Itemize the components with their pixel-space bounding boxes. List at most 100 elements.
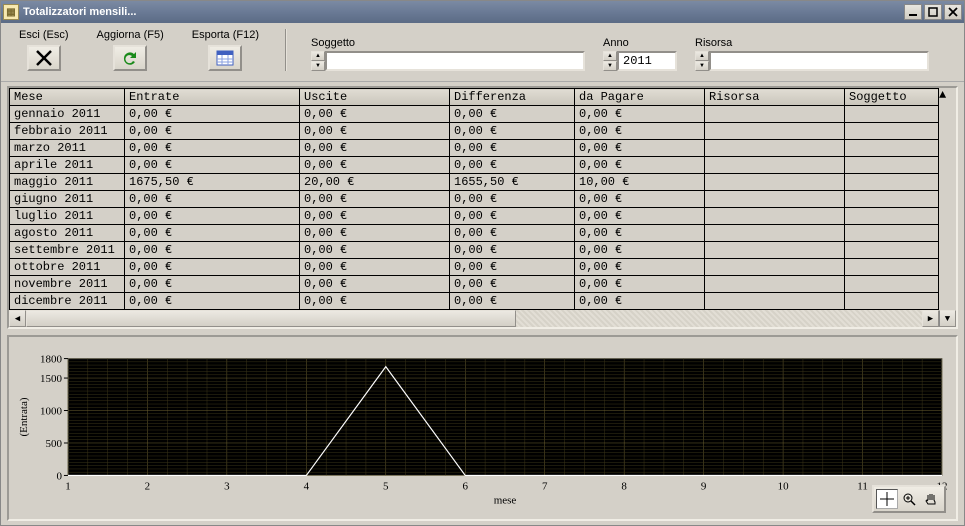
table-row[interactable]: settembre 20110,00 €0,00 €0,00 €0,00 € — [10, 242, 939, 259]
close-button[interactable] — [944, 4, 962, 20]
col-header[interactable]: Entrate — [125, 89, 300, 106]
svg-text:(Entrata): (Entrata) — [18, 397, 30, 436]
col-header[interactable]: da Pagare — [575, 89, 705, 106]
cell: 0,00 € — [300, 140, 450, 157]
cell: 0,00 € — [125, 208, 300, 225]
cell: 0,00 € — [575, 276, 705, 293]
refresh-button[interactable]: Aggiorna (F5) — [97, 29, 164, 71]
resource-spin-down[interactable]: ▼ — [695, 61, 709, 71]
cell — [705, 225, 845, 242]
col-header[interactable]: Risorsa — [705, 89, 845, 106]
exit-button[interactable]: Esci (Esc) — [19, 29, 69, 71]
cell: 0,00 € — [450, 276, 575, 293]
subject-spin-down[interactable]: ▼ — [311, 61, 325, 71]
svg-text:4: 4 — [304, 480, 310, 492]
svg-text:8: 8 — [621, 480, 627, 492]
cell: 0,00 € — [575, 191, 705, 208]
cell: 0,00 € — [450, 225, 575, 242]
cell: 0,00 € — [300, 208, 450, 225]
svg-text:1: 1 — [65, 480, 70, 492]
table-row[interactable]: gennaio 20110,00 €0,00 €0,00 €0,00 € — [10, 106, 939, 123]
cell: maggio 2011 — [10, 174, 125, 191]
svg-text:6: 6 — [463, 480, 469, 492]
col-header[interactable]: Differenza — [450, 89, 575, 106]
cell: 0,00 € — [125, 140, 300, 157]
cell — [845, 259, 939, 276]
cell: 0,00 € — [300, 225, 450, 242]
cell: giugno 2011 — [10, 191, 125, 208]
cell: novembre 2011 — [10, 276, 125, 293]
cell: 0,00 € — [300, 293, 450, 310]
cell: 0,00 € — [450, 157, 575, 174]
cell — [705, 174, 845, 191]
table-row[interactable]: dicembre 20110,00 €0,00 €0,00 €0,00 € — [10, 293, 939, 310]
scroll-up-button[interactable]: ▲ — [939, 88, 956, 105]
svg-text:mese: mese — [494, 494, 517, 506]
table-row[interactable]: aprile 20110,00 €0,00 €0,00 €0,00 € — [10, 157, 939, 174]
chart-zoom-tool[interactable] — [898, 489, 920, 509]
cell: marzo 2011 — [10, 140, 125, 157]
cell: 1655,50 € — [450, 174, 575, 191]
table-row[interactable]: novembre 20110,00 €0,00 €0,00 €0,00 € — [10, 276, 939, 293]
cell: 0,00 € — [450, 259, 575, 276]
cell: 0,00 € — [450, 293, 575, 310]
cell: 0,00 € — [575, 157, 705, 174]
table-row[interactable]: giugno 20110,00 €0,00 €0,00 €0,00 € — [10, 191, 939, 208]
chart-crosshair-tool[interactable] — [876, 489, 898, 509]
scroll-right-button[interactable]: ▶ — [922, 310, 939, 327]
cell — [705, 242, 845, 259]
resource-spin-up[interactable]: ▲ — [695, 51, 709, 61]
export-button[interactable]: Esporta (F12) — [192, 29, 259, 71]
cell: 0,00 € — [575, 208, 705, 225]
hscroll-track[interactable] — [26, 310, 922, 327]
col-header[interactable]: Soggetto — [845, 89, 939, 106]
table-row[interactable]: ottobre 20110,00 €0,00 €0,00 €0,00 € — [10, 259, 939, 276]
cell — [705, 208, 845, 225]
scroll-left-button[interactable]: ◀ — [9, 310, 26, 327]
cell: gennaio 2011 — [10, 106, 125, 123]
scroll-down-button[interactable]: ▼ — [939, 310, 956, 327]
cell — [845, 208, 939, 225]
table-row[interactable]: marzo 20110,00 €0,00 €0,00 €0,00 € — [10, 140, 939, 157]
svg-text:5: 5 — [383, 480, 389, 492]
cell — [705, 157, 845, 174]
refresh-label: Aggiorna (F5) — [97, 29, 164, 41]
chart-pan-tool[interactable] — [920, 489, 942, 509]
year-input[interactable] — [617, 51, 677, 71]
cell: 20,00 € — [300, 174, 450, 191]
subject-spin-up[interactable]: ▲ — [311, 51, 325, 61]
resource-input[interactable] — [709, 51, 929, 71]
cell — [705, 259, 845, 276]
cell: 0,00 € — [125, 259, 300, 276]
minimize-button[interactable] — [904, 4, 922, 20]
cell: 0,00 € — [125, 225, 300, 242]
cell: ottobre 2011 — [10, 259, 125, 276]
cell: luglio 2011 — [10, 208, 125, 225]
chart-toolbar — [872, 485, 946, 513]
cell: 0,00 € — [300, 157, 450, 174]
svg-text:1000: 1000 — [40, 406, 62, 418]
year-spin-down[interactable]: ▼ — [603, 61, 617, 71]
subject-input[interactable] — [325, 51, 585, 71]
col-header[interactable]: Mese — [10, 89, 125, 106]
cell: 0,00 € — [575, 293, 705, 310]
table-row[interactable]: febbraio 20110,00 €0,00 €0,00 €0,00 € — [10, 123, 939, 140]
exit-label: Esci (Esc) — [19, 29, 69, 41]
svg-text:1800: 1800 — [40, 354, 62, 366]
cell — [705, 276, 845, 293]
cell: 0,00 € — [125, 293, 300, 310]
cell — [705, 191, 845, 208]
cell: 0,00 € — [450, 123, 575, 140]
table-row[interactable]: luglio 20110,00 €0,00 €0,00 €0,00 € — [10, 208, 939, 225]
table-row[interactable]: agosto 20110,00 €0,00 €0,00 €0,00 € — [10, 225, 939, 242]
col-header[interactable]: Uscite — [300, 89, 450, 106]
cell — [845, 225, 939, 242]
table-row[interactable]: maggio 20111675,50 €20,00 €1655,50 €10,0… — [10, 174, 939, 191]
cell — [845, 191, 939, 208]
maximize-button[interactable] — [924, 4, 942, 20]
refresh-icon — [113, 45, 147, 71]
cell: 0,00 € — [575, 225, 705, 242]
year-spin-up[interactable]: ▲ — [603, 51, 617, 61]
hscroll-thumb[interactable] — [26, 310, 516, 327]
data-table[interactable]: MeseEntrateUsciteDifferenzada PagareRiso… — [7, 86, 958, 329]
